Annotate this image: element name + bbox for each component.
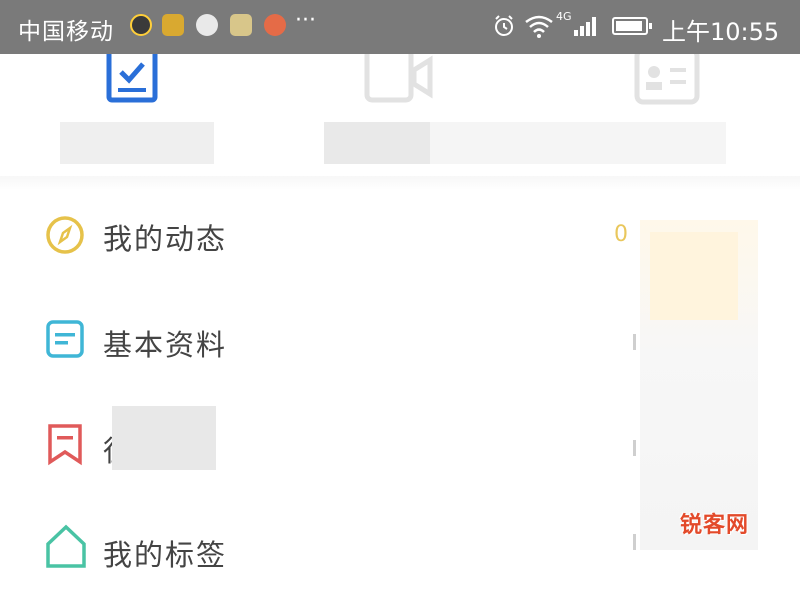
video-camera-icon[interactable] [364, 54, 436, 104]
clock-time: 上午10:55 [662, 18, 780, 46]
menu-item-label: 我的标签 [103, 538, 228, 572]
network-type-label: 4G [556, 10, 572, 23]
chevron-right-icon [633, 334, 636, 350]
alarm-icon [495, 15, 513, 36]
app-notification-icon [230, 14, 252, 36]
menu-item-my-tags[interactable]: 我的标签 [0, 500, 640, 600]
menu-item-bookmarks[interactable]: 徍 [0, 398, 640, 498]
menu-item-basic-info[interactable]: 基本资料 [0, 292, 640, 392]
signal-icon [574, 17, 596, 36]
carrier-label: 中国移动 [18, 19, 114, 45]
tab-label-placeholder [60, 122, 214, 164]
app-notification-icon [162, 14, 184, 36]
watermark-text: 锐客网 [680, 513, 750, 538]
wifi-icon [525, 15, 553, 38]
message-notification-icon [196, 14, 218, 36]
app-notification-icon [130, 14, 152, 36]
checklist-icon[interactable] [106, 54, 158, 104]
app-notification-icon [264, 14, 286, 36]
tab-label-placeholder [430, 122, 726, 164]
more-notifications-icon: ··· [295, 8, 316, 33]
bookmark-icon [48, 424, 82, 466]
menu-item-label: 我的动态 [103, 222, 228, 256]
contact-card-icon[interactable] [634, 54, 700, 106]
status-bar: 中国移动 ··· 4G 上午10:55 [0, 0, 800, 54]
redacted-label [112, 406, 216, 470]
feed-count: 0 [614, 222, 628, 247]
section-divider [0, 176, 800, 190]
tab-label-placeholder [324, 122, 430, 164]
side-panel-highlight [650, 232, 738, 320]
compass-icon [46, 216, 84, 254]
chevron-right-icon [633, 534, 636, 550]
menu-item-label: 基本资料 [103, 328, 228, 362]
chevron-right-icon [633, 440, 636, 456]
battery-icon [612, 17, 652, 35]
menu-item-my-feed[interactable]: 我的动态 0 [0, 190, 640, 290]
tag-icon [46, 524, 86, 568]
profile-tab-bar [0, 54, 800, 179]
profile-card-icon [46, 320, 84, 358]
